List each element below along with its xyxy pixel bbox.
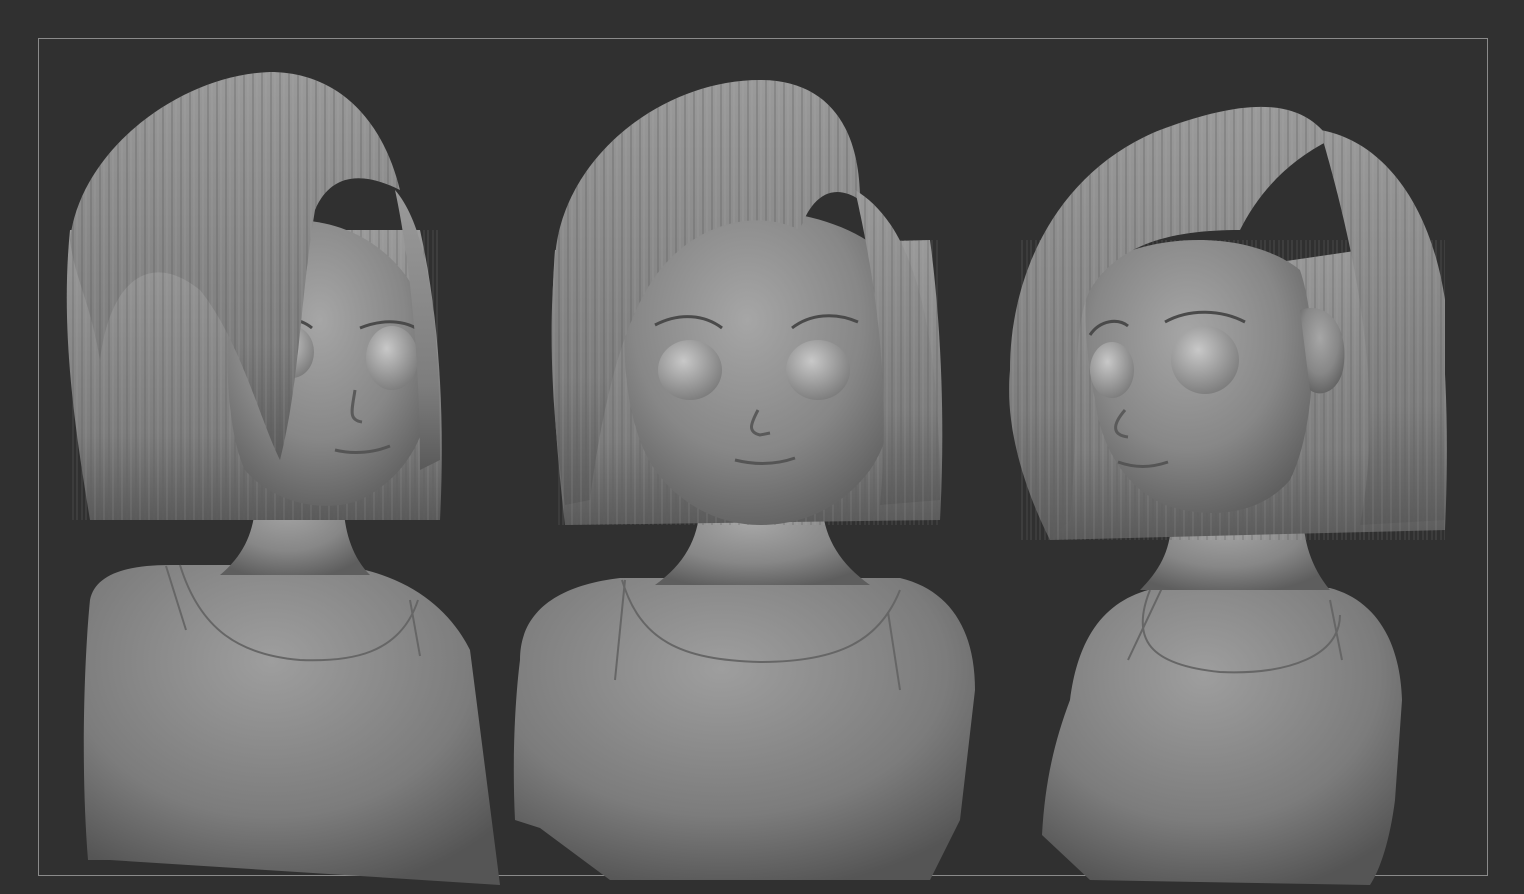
eye xyxy=(1090,342,1134,398)
eye xyxy=(366,326,418,390)
bust-three-quarter-right xyxy=(1009,106,1447,885)
sculpt-scene xyxy=(66,72,1447,885)
bust-front xyxy=(513,80,975,880)
sculpt-viewport[interactable] xyxy=(0,0,1524,894)
torso xyxy=(83,565,500,885)
bust-three-quarter-left xyxy=(66,72,500,885)
torso xyxy=(1042,585,1402,885)
eye xyxy=(658,340,722,400)
eye xyxy=(786,340,850,400)
eye xyxy=(1171,326,1239,394)
torso xyxy=(513,578,975,880)
